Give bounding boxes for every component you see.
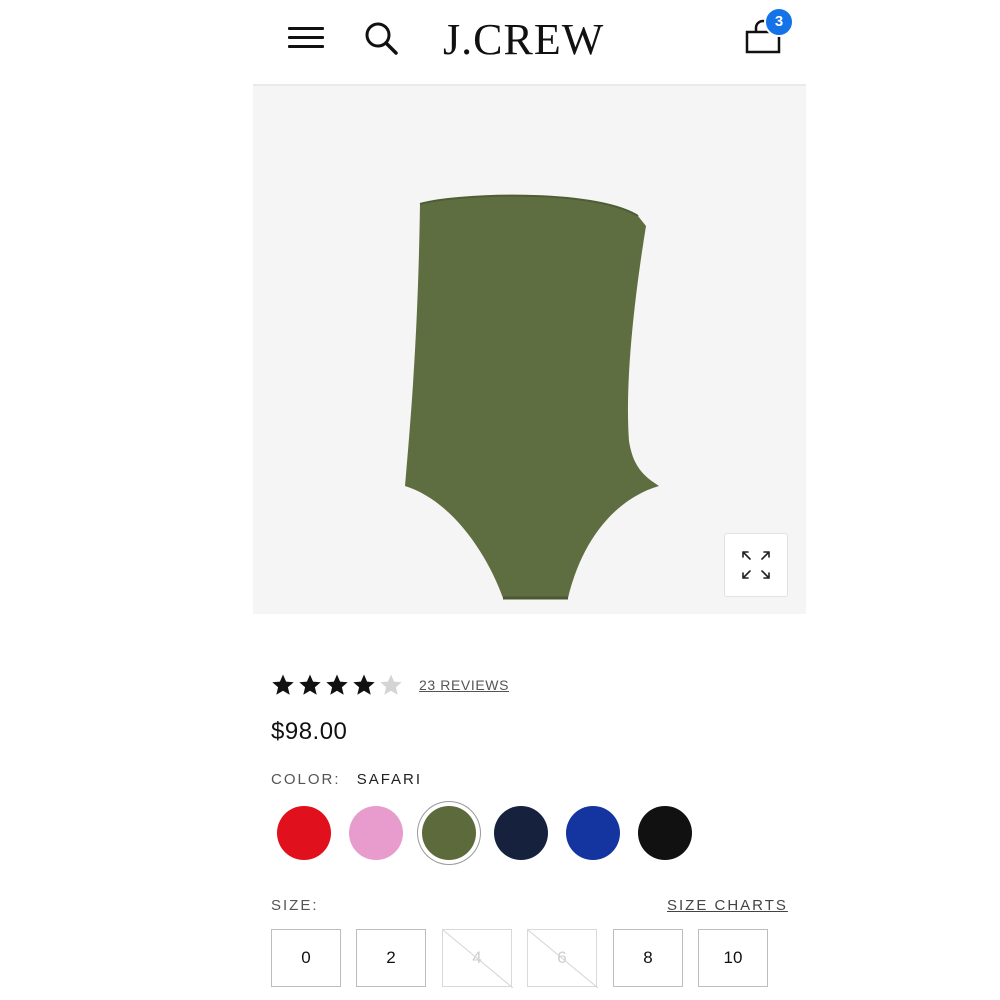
- bag-count-badge: 3: [764, 7, 794, 37]
- star-filled-icon: [272, 674, 294, 695]
- color-swatch-pink[interactable]: [349, 806, 403, 860]
- brand-logo[interactable]: J.CREW: [443, 14, 618, 66]
- color-swatch-navy[interactable]: [494, 806, 548, 860]
- search-icon[interactable]: [363, 20, 399, 56]
- size-option-label: 2: [386, 948, 396, 967]
- star-rating: [271, 673, 403, 697]
- size-option-10[interactable]: 10: [698, 929, 768, 987]
- expand-image-button[interactable]: [724, 533, 788, 597]
- size-option-4-unavailable[interactable]: 4: [442, 929, 513, 988]
- menu-line: [288, 45, 324, 48]
- size-option-label: 0: [301, 948, 311, 967]
- hamburger-menu-icon[interactable]: [288, 27, 324, 49]
- size-option-label: 10: [723, 948, 743, 967]
- size-charts-link[interactable]: SIZE CHARTS: [667, 897, 788, 914]
- size-option-0[interactable]: 0: [271, 929, 341, 987]
- menu-line: [288, 36, 324, 39]
- size-option-6-unavailable[interactable]: 6: [527, 929, 598, 988]
- swimsuit-image: [405, 194, 659, 600]
- product-rating: 23 REVIEWS: [271, 670, 509, 700]
- star-empty-icon: [380, 674, 402, 695]
- star-filled-icon: [353, 674, 375, 695]
- menu-line: [288, 27, 324, 30]
- color-swatch-blue[interactable]: [566, 806, 620, 860]
- star-filled-icon: [299, 674, 321, 695]
- reviews-link[interactable]: 23 REVIEWS: [419, 677, 509, 693]
- color-swatch-red[interactable]: [277, 806, 331, 860]
- selected-color-name: SAFARI: [356, 771, 423, 788]
- color-swatch-safari[interactable]: [422, 806, 476, 860]
- color-label: COLOR:: [271, 771, 341, 788]
- expand-arrows-icon: [742, 551, 770, 579]
- size-option-8[interactable]: 8: [613, 929, 683, 987]
- unavailable-slash: [528, 930, 598, 988]
- size-label: SIZE:: [271, 897, 319, 914]
- color-selection-label: COLOR: SAFARI: [271, 771, 422, 788]
- product-image-area[interactable]: [253, 86, 806, 614]
- product-price: $98.00: [271, 718, 348, 745]
- size-option-label: 8: [643, 948, 653, 967]
- color-swatch-black[interactable]: [638, 806, 692, 860]
- site-header: J.CREW 3: [253, 0, 806, 86]
- size-option-2[interactable]: 2: [356, 929, 426, 987]
- unavailable-slash: [443, 930, 513, 988]
- star-filled-icon: [326, 674, 348, 695]
